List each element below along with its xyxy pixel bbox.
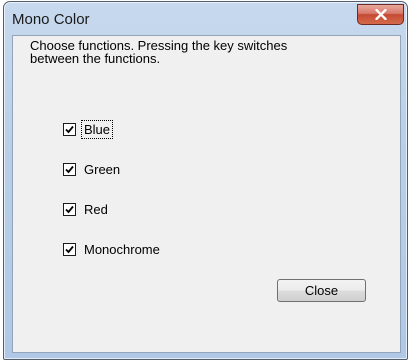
checkmark-icon xyxy=(65,205,74,213)
option-label-green: Green xyxy=(84,161,121,177)
window-title: Mono Color xyxy=(12,11,90,28)
option-monochrome[interactable]: Monochrome xyxy=(63,240,161,258)
checkbox-monochrome[interactable] xyxy=(63,242,76,256)
checkmark-icon xyxy=(65,165,74,173)
checkmark-icon xyxy=(65,125,74,133)
instruction-text: Choose functions. Pressing the key switc… xyxy=(30,38,288,66)
checkmark-icon xyxy=(65,245,74,253)
dialog-window: Mono Color Choose functions. Pressing th… xyxy=(3,1,408,360)
close-button[interactable]: Close xyxy=(277,279,366,302)
close-x-icon xyxy=(374,9,387,20)
option-green[interactable]: Green xyxy=(63,160,121,178)
checkbox-green[interactable] xyxy=(63,162,76,176)
option-label-blue: Blue xyxy=(80,119,114,139)
option-red[interactable]: Red xyxy=(63,200,109,218)
window-close-button[interactable] xyxy=(357,4,404,25)
title-bar[interactable]: Mono Color xyxy=(4,2,407,36)
option-blue[interactable]: Blue xyxy=(63,119,114,139)
checkbox-blue[interactable] xyxy=(63,122,76,136)
option-label-red: Red xyxy=(84,201,108,217)
option-label-monochrome: Monochrome xyxy=(84,241,160,257)
dialog-client-area xyxy=(12,35,401,353)
checkbox-red[interactable] xyxy=(63,202,76,216)
